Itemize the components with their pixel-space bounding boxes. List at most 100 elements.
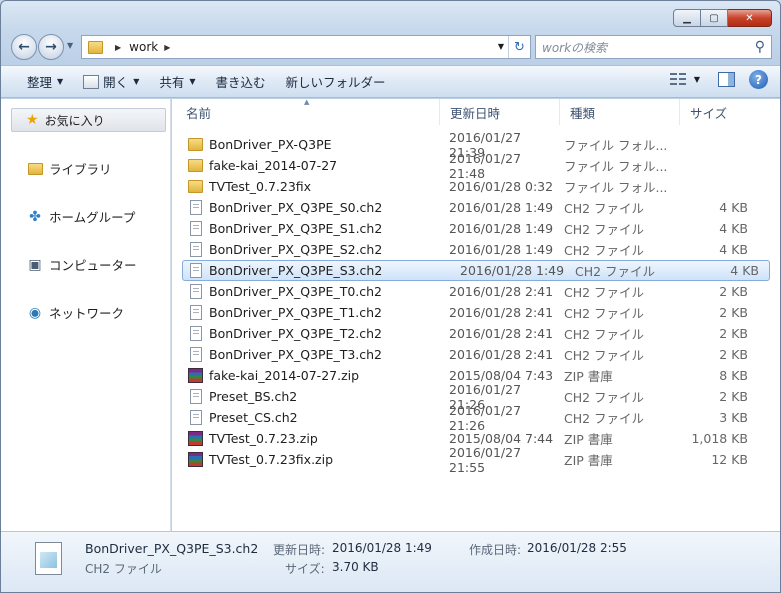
file-date: 2016/01/28 0:32 [449,179,554,194]
column-date[interactable]: 更新日時 [440,99,560,125]
chevron-down-icon: ▼ [189,77,196,86]
refresh-button[interactable]: ↻ [508,36,530,58]
refresh-icon: ↻ [514,39,525,55]
table-row[interactable]: Preset_CS.ch2 2016/01/27 21:26 CH2 ファイル 3 K… [172,403,780,433]
preview-pane-icon[interactable] [718,72,735,87]
file-type: CH2 ファイル [564,306,645,321]
explorer-window: ▁ ▢ ✕ ← → ▼ ▶ work ▶ ▼ ↻ workの検索 ⚲ 整理 ▼ 開… [0,0,781,593]
organize-button[interactable]: 整理 ▼ [1,69,73,95]
close-button[interactable]: ✕ [728,9,772,27]
new-folder-button[interactable]: 新しいフォルダー [276,69,396,95]
views-icon[interactable] [669,72,686,87]
new-folder-label: 新しいフォルダー [285,75,386,90]
address-dropdown-icon[interactable]: ▼ [498,42,504,51]
folder-icon [188,180,203,193]
breadcrumb-work[interactable]: work [129,40,158,54]
table-row[interactable]: BonDriver_PX_Q3PE_S2.ch2 2016/01/28 1:49 C… [172,239,780,260]
address-bar[interactable]: ▶ work ▶ ▼ ↻ [81,35,531,59]
recent-pages-dropdown[interactable]: ▼ [67,41,73,50]
back-button[interactable]: ← [11,34,37,60]
breadcrumb-arrow-icon[interactable]: ▶ [164,43,170,52]
details-size-value: 3.70 KB [332,560,379,574]
table-row[interactable]: BonDriver_PX_Q3PE_S0.ch2 2016/01/28 1:49 C… [172,197,780,218]
file-name-cell: fake-kai_2014-07-27 [172,158,440,173]
nav-item-favorites[interactable]: ★ お気に入り [11,108,166,132]
table-row[interactable]: TVTest_0.7.23fix 2016/01/28 0:32 ファイル フォル.… [172,176,780,197]
table-row[interactable]: BonDriver_PX_Q3PE_T3.ch2 2016/01/28 2:41 C… [172,344,780,365]
table-row[interactable]: BonDriver_PX_Q3PE_S1.ch2 2016/01/28 1:49 C… [172,218,780,239]
column-size-label: サイズ [690,105,728,121]
navigation-bar: ← → ▼ ▶ work ▶ ▼ ↻ workの検索 ⚲ [9,33,772,61]
table-row[interactable]: fake-kai_2014-07-27 2016/01/27 21:48 ファイル … [172,151,780,181]
file-name-cell: BonDriver_PX_Q3PE_T3.ch2 [172,347,440,362]
file-name-cell: Preset_BS.ch2 [172,389,440,404]
maximize-icon: ▢ [709,12,719,24]
nav-item-network[interactable]: ◉ ネットワーク [27,303,124,322]
forward-button[interactable]: → [38,34,64,60]
table-row[interactable]: BonDriver_PX_Q3PE_S3.ch2 2016/01/28 1:49 C… [182,260,770,281]
column-type[interactable]: 種類 [560,99,680,125]
nav-item-label: コンピューター [49,258,137,273]
navigation-pane: ★ お気に入り ライブラリ ✤ ホームグループ ▣ コンピューター ◉ ネットワ… [1,99,171,531]
file-name: BonDriver_PX_Q3PE_T0.ch2 [209,284,382,299]
nav-item-computer[interactable]: ▣ コンピューター [27,255,137,274]
file-type: ZIP 書庫 [564,453,613,468]
help-icon[interactable]: ? [749,70,768,89]
nav-item-homegroup[interactable]: ✤ ホームグループ [27,207,135,226]
nav-item-label: ネットワーク [49,306,125,321]
column-size[interactable]: サイズ [680,99,752,125]
file-type: ZIP 書庫 [564,432,613,447]
document-icon [190,221,202,236]
file-size: 2 KB [719,389,748,404]
file-name-cell: TVTest_0.7.23fix.zip [172,452,440,467]
homegroup-icon: ✤ [29,208,41,225]
maximize-button[interactable]: ▢ [701,9,728,27]
column-date-label: 更新日時 [450,105,501,121]
file-thumbnail-icon [35,542,62,575]
file-type: CH2 ファイル [564,327,645,342]
column-name[interactable]: ▲ 名前 [172,98,440,125]
network-icon: ◉ [28,304,42,321]
table-row[interactable]: TVTest_0.7.23fix.zip 2016/01/27 21:55 ZIP … [172,445,780,475]
breadcrumb-arrow-icon[interactable]: ▶ [115,43,121,52]
file-date: 2016/01/27 21:55 [449,444,522,475]
file-name-cell: BonDriver_PX_Q3PE_S2.ch2 [172,242,440,257]
document-icon [190,263,202,278]
file-size: 4 KB [719,242,748,257]
share-button[interactable]: 共有 ▼ [149,69,205,95]
file-size: 1,018 KB [691,431,748,446]
search-icon[interactable]: ⚲ [755,39,765,55]
file-name-cell: BonDriver_PX_Q3PE_S0.ch2 [172,200,440,215]
table-row[interactable]: BonDriver_PX_Q3PE_T2.ch2 2016/01/28 2:41 C… [172,323,780,344]
column-type-label: 種類 [570,105,596,121]
views-dropdown-icon[interactable]: ▼ [694,75,700,84]
nav-item-label: ライブラリ [49,162,112,177]
folder-icon [88,40,103,54]
file-date: 2016/01/28 2:41 [449,284,554,299]
details-modified-label: 更新日時: [273,543,326,557]
file-name: BonDriver_PX_Q3PE_S0.ch2 [209,200,383,215]
nav-item-label: お気に入り [44,113,105,128]
column-name-label: 名前 [186,105,212,121]
file-name: BonDriver_PX_Q3PE_T2.ch2 [209,326,382,341]
file-size: 2 KB [719,326,748,341]
file-type: CH2 ファイル [564,411,645,426]
table-row[interactable]: BonDriver_PX_Q3PE_T0.ch2 2016/01/28 2:41 C… [172,281,780,302]
burn-button[interactable]: 書き込む [206,69,276,95]
table-row[interactable]: BonDriver_PX_Q3PE_T1.ch2 2016/01/28 2:41 C… [172,302,780,323]
file-type: ZIP 書庫 [564,369,613,384]
minimize-button[interactable]: ▁ [673,9,701,27]
computer-icon: ▣ [28,256,42,273]
file-type: ファイル フォル... [564,180,668,195]
sort-ascending-icon: ▲ [304,98,310,106]
file-name: BonDriver_PX_Q3PE_S1.ch2 [209,221,383,236]
open-button[interactable]: 開く ▼ [73,69,149,95]
nav-item-libraries[interactable]: ライブラリ [27,159,112,178]
document-icon [190,326,202,341]
file-name: BonDriver_PX-Q3PE [209,137,332,152]
search-box[interactable]: workの検索 ⚲ [535,35,772,59]
star-icon: ★ [26,112,39,128]
search-input[interactable]: workの検索 [542,39,607,56]
back-arrow-icon: ← [18,39,30,55]
command-bar: 整理 ▼ 開く ▼ 共有 ▼ 書き込む 新しいフォルダー ▼ ? [1,65,780,98]
